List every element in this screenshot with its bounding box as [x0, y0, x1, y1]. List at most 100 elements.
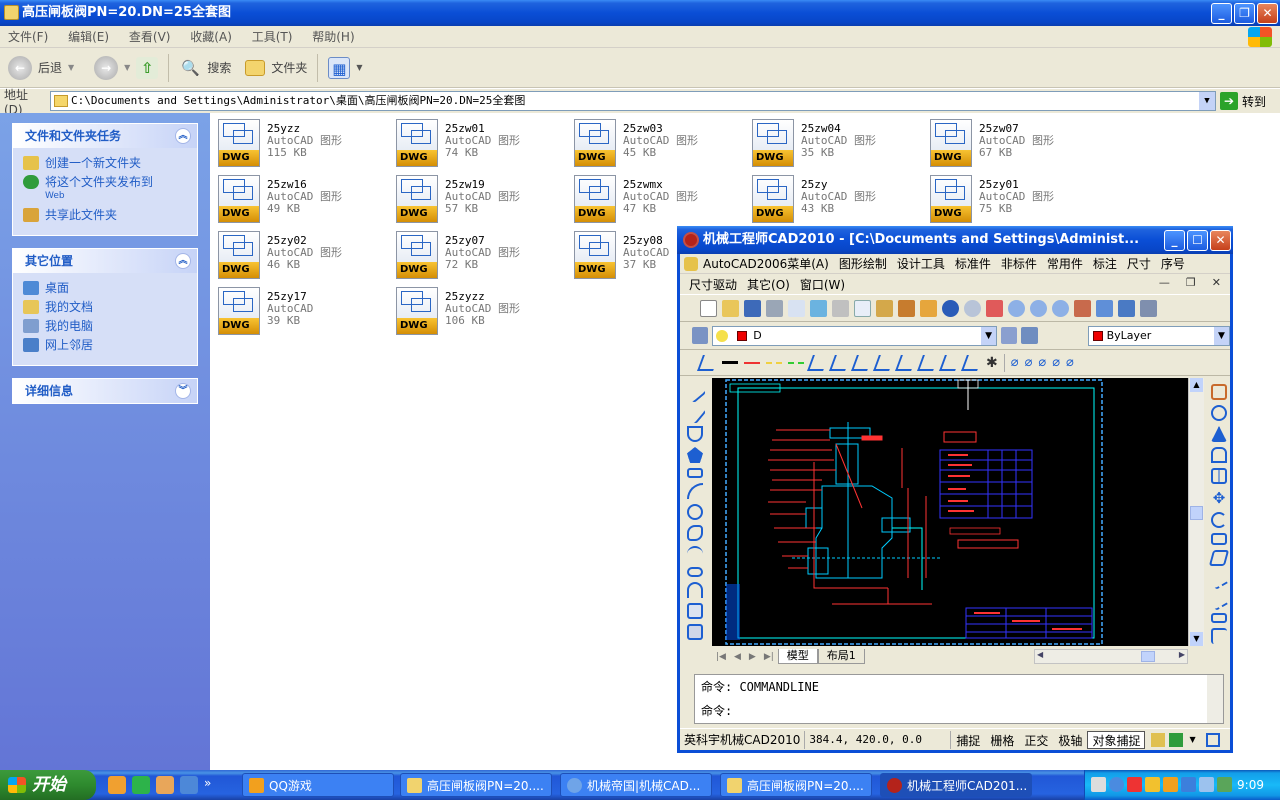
doc-close-icon[interactable]: ✕: [1207, 276, 1226, 289]
revision-cloud-icon[interactable]: [687, 525, 703, 541]
break-icon[interactable]: [1211, 613, 1227, 623]
layer-manager-icon[interactable]: [692, 327, 709, 344]
zoom-realtime-icon[interactable]: [1008, 299, 1025, 317]
forward-arrow-icon[interactable]: →: [94, 55, 119, 80]
erase-icon[interactable]: [1211, 384, 1227, 400]
help-icon[interactable]: [1140, 299, 1157, 317]
explorer-title-bar[interactable]: 高压闸板阀PN=20.DN=25全套图 _ ❐ ✕: [0, 0, 1280, 26]
forward-dropdown-icon[interactable]: ▼: [124, 63, 130, 72]
collapse-icon[interactable]: ︽: [175, 253, 191, 269]
command-scrollbar[interactable]: [1207, 675, 1223, 723]
polar-toggle[interactable]: 极轴: [1053, 731, 1087, 749]
circle-icon[interactable]: [687, 504, 703, 520]
cad-menu-dimension[interactable]: 尺寸: [1122, 255, 1156, 272]
clean-screen-icon[interactable]: [1205, 732, 1220, 747]
scroll-thumb[interactable]: [1190, 506, 1203, 520]
copy-icon[interactable]: [854, 299, 871, 317]
angle-icon[interactable]: [917, 354, 939, 371]
scroll-down-icon[interactable]: ▼: [1190, 632, 1203, 646]
task-share-folder[interactable]: 共享此文件夹: [23, 208, 187, 222]
menu-help[interactable]: 帮助(H): [304, 30, 362, 44]
quick-launch-more-icon[interactable]: »: [204, 776, 211, 794]
paste-icon[interactable]: [876, 299, 893, 317]
polygon-icon[interactable]: [687, 447, 703, 463]
stretch-icon[interactable]: [1208, 550, 1230, 566]
menu-favorites[interactable]: 收藏(A): [182, 30, 240, 44]
array-icon[interactable]: [1211, 468, 1227, 484]
chamfer-icon[interactable]: [1211, 628, 1227, 644]
file-item[interactable]: DWG 25zy01 AutoCAD 图形 75 KB: [922, 171, 1092, 223]
green-dashed-line-icon[interactable]: [788, 361, 804, 364]
scale-icon[interactable]: [1211, 533, 1227, 545]
address-dropdown-icon[interactable]: ▼: [1199, 92, 1215, 110]
first-tab-icon[interactable]: |◀: [712, 652, 730, 662]
address-input[interactable]: C:\Documents and Settings\Administrator\…: [50, 91, 1216, 111]
search-button-label[interactable]: 搜索: [207, 59, 231, 76]
cad-menu-common[interactable]: 常用件: [1042, 255, 1088, 272]
mirror-icon[interactable]: [1211, 426, 1227, 442]
file-item[interactable]: DWG 25zw01 AutoCAD 图形 74 KB: [388, 115, 558, 167]
last-tab-icon[interactable]: ▶|: [760, 652, 778, 662]
task-button-browser[interactable]: 机械帝国|机械CAD...: [560, 773, 712, 797]
file-tasks-header[interactable]: 文件和文件夹任务 ︽: [13, 124, 197, 148]
folders-icon[interactable]: [245, 59, 266, 76]
ellipse-arc-icon[interactable]: [687, 582, 703, 598]
tray-network-icon[interactable]: [1181, 777, 1196, 792]
spline-icon[interactable]: [687, 546, 703, 562]
doc-restore-icon[interactable]: ❐: [1181, 276, 1201, 289]
parallel-lines-icon[interactable]: [851, 354, 873, 371]
rectangle-icon[interactable]: [687, 468, 703, 478]
dropdown-arrow-icon[interactable]: ▼: [1214, 326, 1229, 345]
tray-volume-icon[interactable]: [1199, 777, 1214, 792]
status-menu-icon[interactable]: ▼: [1189, 735, 1195, 744]
scroll-left-icon[interactable]: ◀: [1037, 650, 1043, 659]
drawing-canvas[interactable]: [712, 378, 1204, 646]
cad-title-bar[interactable]: 机械工程师CAD2010 - [C:\Documents and Setting…: [677, 226, 1233, 254]
redo-icon[interactable]: [964, 299, 981, 317]
lock-icon[interactable]: [1151, 732, 1166, 747]
publish-icon[interactable]: [810, 299, 827, 317]
snap-toggle[interactable]: 捕捉: [951, 731, 985, 749]
menu-edit[interactable]: 编辑(E): [60, 30, 117, 44]
angle-dim-icon[interactable]: [873, 354, 895, 371]
close-button[interactable]: ✕: [1257, 3, 1278, 24]
minimize-button[interactable]: _: [1211, 3, 1232, 24]
command-line[interactable]: 命令: COMMANDLINE 命令:: [694, 674, 1224, 724]
up-folder-icon[interactable]: ⇧: [136, 56, 159, 79]
design-center-icon[interactable]: [1096, 299, 1113, 317]
diameter-icon[interactable]: ⌀: [1052, 355, 1060, 370]
cad-menu-standard[interactable]: 标准件: [950, 255, 996, 272]
place-network[interactable]: 网上邻居: [23, 338, 187, 352]
diameter-icon[interactable]: ⌀: [1011, 355, 1019, 370]
zoom-window-icon[interactable]: [1030, 299, 1047, 317]
tray-qq-game-icon[interactable]: [1163, 777, 1178, 792]
details-header[interactable]: 详细信息 ︾: [13, 379, 197, 403]
menu-view[interactable]: 查看(V): [121, 30, 179, 44]
scroll-right-icon[interactable]: ▶: [1179, 650, 1185, 659]
file-item[interactable]: DWG 25zy AutoCAD 图形 43 KB: [744, 171, 914, 223]
cut-icon[interactable]: [832, 299, 849, 317]
folders-button-label[interactable]: 文件夹: [271, 59, 307, 76]
osnap-toggle[interactable]: 对象捕捉: [1087, 730, 1146, 749]
menu-tools[interactable]: 工具(T): [244, 30, 301, 44]
next-tab-icon[interactable]: ▶: [745, 652, 760, 662]
brush-icon[interactable]: [920, 299, 937, 317]
preview-icon[interactable]: [788, 299, 805, 317]
file-item[interactable]: DWG 25zy02 AutoCAD 图形 46 KB: [210, 227, 380, 279]
minimize-button[interactable]: _: [1164, 230, 1185, 251]
other-places-header[interactable]: 其它位置 ︽: [13, 249, 197, 273]
file-item[interactable]: DWG 25zy17 AutoCAD 39 KB: [210, 283, 380, 335]
color-dropdown[interactable]: ByLayer ▼: [1087, 325, 1230, 346]
tray-pdf-icon[interactable]: [1127, 777, 1142, 792]
cad-menu-window[interactable]: 窗口(W): [795, 276, 850, 293]
menu-file[interactable]: 文件(F): [0, 30, 56, 44]
file-item[interactable]: DWG 25zw19 AutoCAD 图形 57 KB: [388, 171, 558, 223]
task-button-qqgame[interactable]: QQ游戏: [242, 773, 394, 797]
diameter-icon[interactable]: ⌀: [1066, 355, 1074, 370]
collapse-icon[interactable]: ︽: [175, 128, 191, 144]
tray-qq-icon[interactable]: [1145, 777, 1160, 792]
pan-icon[interactable]: [986, 299, 1003, 317]
place-desktop[interactable]: 桌面: [23, 281, 187, 295]
command-prompt[interactable]: 命令:: [695, 699, 1223, 723]
yellow-dashed-line-icon[interactable]: [766, 361, 782, 364]
